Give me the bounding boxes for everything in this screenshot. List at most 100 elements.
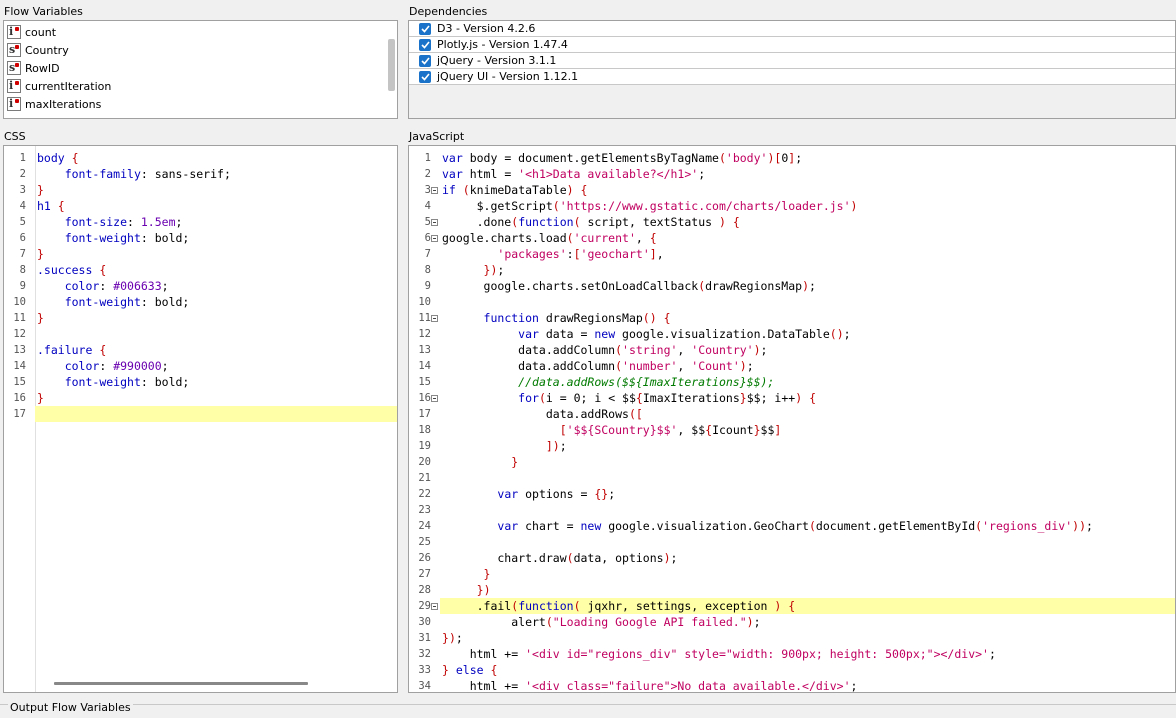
code-line: html += '<div id="regions_div" style="wi… [442, 647, 996, 661]
code-line: $.getScript('https://www.gstatic.com/cha… [442, 199, 858, 213]
line-number: 12 [418, 328, 431, 340]
line-number: 12 [13, 328, 26, 340]
fold-toggle-icon[interactable] [431, 235, 438, 242]
code-line: ]); [545, 439, 567, 453]
code-line: chart.draw(data, options); [442, 551, 678, 565]
line-number: 17 [418, 408, 431, 420]
flow-variable-item[interactable]: i count [4, 23, 56, 41]
current-line-highlight [35, 406, 397, 422]
flow-variable-label: Country [25, 43, 69, 57]
integer-variable-icon: i [7, 79, 21, 93]
fold-toggle-icon[interactable] [431, 219, 438, 226]
line-number: 31 [418, 632, 431, 644]
css-horizontal-scrollbar[interactable] [54, 682, 308, 685]
line-number: 29 [418, 600, 431, 612]
dependency-item[interactable]: jQuery UI - Version 1.12.1 [409, 69, 1175, 85]
line-number: 27 [418, 568, 431, 580]
line-number: 18 [418, 424, 431, 436]
line-number: 21 [418, 472, 431, 484]
code-line: html += '<div class="failure">No data av… [442, 679, 858, 693]
line-number: 16 [418, 392, 431, 404]
line-number: 11 [418, 312, 431, 324]
code-line: font-weight: bold; [64, 295, 190, 309]
line-number: 4 [424, 200, 431, 212]
line-number: 33 [418, 664, 431, 676]
flow-variables-scrollbar[interactable] [388, 39, 395, 91]
dependencies-list[interactable]: D3 - Version 4.2.6 Plotly.js - Version 1.… [408, 20, 1176, 119]
output-flow-variables-title: Output Flow Variables [8, 701, 133, 714]
line-number: 5 [424, 216, 431, 228]
code-line: } [37, 183, 44, 197]
code-line: var html = '<h1>Data available?</h1>'; [442, 167, 706, 181]
dependency-label: D3 - Version 4.2.6 [437, 22, 536, 35]
flow-variable-item[interactable]: i maxIterations [4, 95, 101, 113]
flow-variable-label: currentIteration [25, 79, 112, 93]
line-number: 25 [418, 536, 431, 548]
code-line: font-size: 1.5em; [64, 215, 183, 229]
line-number: 7 [19, 248, 26, 260]
code-line: } [511, 455, 519, 469]
line-number: 26 [418, 552, 431, 564]
dependency-checkbox[interactable] [419, 70, 431, 83]
flow-variable-item[interactable]: s Country [4, 41, 69, 59]
line-number: 6 [424, 232, 431, 244]
dependency-item[interactable]: jQuery - Version 3.1.1 [409, 53, 1175, 69]
code-line: data.addColumn('number', 'Count'); [442, 359, 754, 373]
code-line: font-weight: bold; [64, 231, 190, 245]
css-editor[interactable]: 1 body {2 font-family: sans-serif; 3} 4 h1 {… [3, 145, 398, 693]
line-number: 15 [13, 376, 26, 388]
dependency-checkbox[interactable] [419, 54, 431, 67]
dependency-item[interactable]: D3 - Version 4.2.6 [409, 21, 1175, 37]
line-number: 3 [424, 184, 431, 196]
dependency-checkbox[interactable] [419, 38, 431, 51]
line-number: 17 [13, 408, 26, 420]
line-number: 23 [418, 504, 431, 516]
code-line: 'packages':['geochart'], [497, 247, 664, 261]
css-title: CSS [4, 130, 26, 143]
integer-variable-icon: i [7, 97, 21, 111]
line-number: 9 [424, 280, 431, 292]
flow-variable-item[interactable]: i currentIteration [4, 77, 111, 95]
line-number: 10 [418, 296, 431, 308]
line-number: 11 [13, 312, 26, 324]
flow-variable-label: count [25, 25, 57, 39]
code-line: body { [37, 151, 79, 165]
string-variable-icon: s [7, 61, 21, 75]
dependency-item[interactable]: Plotly.js - Version 1.47.4 [409, 37, 1175, 53]
flow-variables-list[interactable]: i count s Country s RowID i currentIteration i ma… [3, 20, 398, 119]
line-number: 16 [13, 392, 26, 404]
dependency-checkbox[interactable] [419, 22, 431, 35]
code-line: color: #990000; [64, 359, 169, 373]
line-number: 34 [418, 680, 431, 692]
code-line: function drawRegionsMap() { [483, 311, 671, 325]
line-number: 2 [19, 168, 26, 180]
line-number: 28 [418, 584, 431, 596]
line-number: 5 [19, 216, 26, 228]
code-line: } [37, 311, 44, 325]
flow-variable-item[interactable]: s RowID [4, 59, 60, 77]
line-number: 1 [424, 152, 431, 164]
javascript-title: JavaScript [409, 130, 465, 143]
line-number: 14 [418, 360, 431, 372]
code-line: google.charts.setOnLoadCallback(drawRegi… [442, 279, 816, 293]
line-number: 6 [19, 232, 26, 244]
fold-toggle-icon[interactable] [431, 395, 438, 402]
code-line: } [37, 247, 44, 261]
dependencies-title: Dependencies [409, 5, 488, 18]
code-line: if (knimeDataTable) { [442, 183, 588, 197]
string-variable-icon: s [7, 43, 21, 57]
fold-toggle-icon[interactable] [431, 603, 438, 610]
javascript-editor[interactable]: 1 var body = document.getElementsByTagNam… [408, 145, 1176, 693]
line-number: 8 [19, 264, 26, 276]
fold-toggle-icon[interactable] [431, 315, 438, 322]
dependency-label: jQuery - Version 3.1.1 [437, 54, 557, 67]
code-line: data.addColumn('string', 'Country'); [442, 343, 768, 357]
code-line: var body = document.getElementsByTagName… [442, 151, 803, 165]
line-number: 20 [418, 456, 431, 468]
dependency-label: jQuery UI - Version 1.12.1 [437, 70, 579, 83]
code-line: alert("Loading Google API failed."); [442, 615, 761, 629]
fold-toggle-icon[interactable] [431, 187, 438, 194]
code-line: font-weight: bold; [64, 375, 190, 389]
code-line: }) [476, 583, 491, 597]
code-line: //data.addRows($${ImaxIterations}$$); [518, 375, 775, 389]
